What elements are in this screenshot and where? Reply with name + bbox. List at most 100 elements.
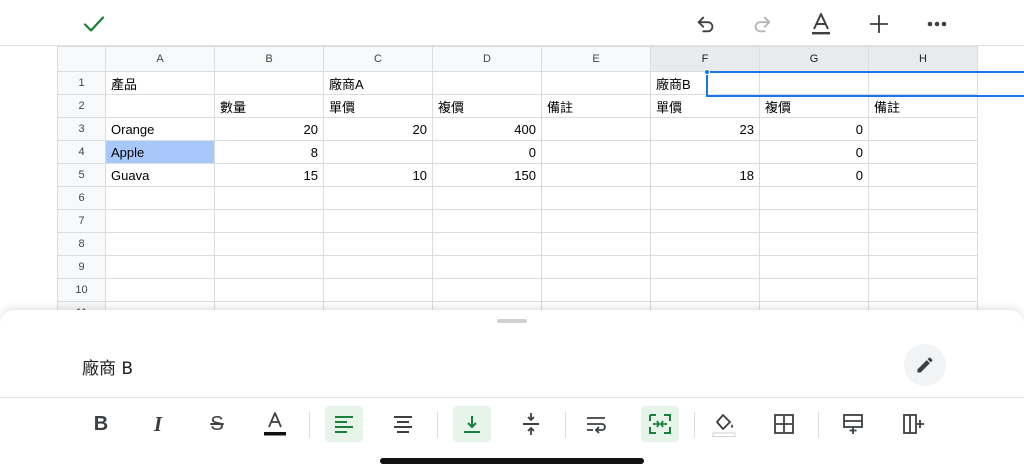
cell-g2[interactable]: 複價 (759, 94, 869, 118)
row-header[interactable]: 9 (57, 255, 106, 279)
cell-h3[interactable] (868, 117, 978, 141)
cell-g6[interactable] (759, 186, 869, 210)
panel-drag-handle[interactable] (497, 319, 527, 323)
cell-b4[interactable]: 8 (214, 140, 324, 164)
cell-c9[interactable] (323, 255, 433, 279)
cell-e7[interactable] (541, 209, 651, 233)
column-header-e[interactable]: E (541, 46, 651, 72)
text-color-button[interactable] (256, 406, 294, 442)
check-icon[interactable] (78, 8, 110, 40)
cell-h4[interactable] (868, 140, 978, 164)
undo-icon[interactable] (690, 8, 722, 40)
cell-b3[interactable]: 20 (214, 117, 324, 141)
cell-h2[interactable]: 備註 (868, 94, 978, 118)
cell-a5[interactable]: Guava (105, 163, 215, 187)
cell-a2[interactable] (105, 94, 215, 118)
cell-c4[interactable] (323, 140, 433, 164)
cell-e1[interactable] (541, 71, 651, 95)
cell-d10[interactable] (432, 278, 542, 302)
cell-e3[interactable] (541, 117, 651, 141)
cell-e4[interactable] (541, 140, 651, 164)
cell-g1[interactable] (759, 71, 869, 95)
cell-e5[interactable] (541, 163, 651, 187)
redo-icon[interactable] (746, 8, 778, 40)
column-header-a[interactable]: A (105, 46, 215, 72)
cell-b8[interactable] (214, 232, 324, 256)
insert-column-button[interactable] (895, 406, 933, 442)
cell-f2[interactable]: 單價 (650, 94, 760, 118)
cell-h6[interactable] (868, 186, 978, 210)
cell-a6[interactable] (105, 186, 215, 210)
cell-b10[interactable] (214, 278, 324, 302)
vertical-align-middle-button[interactable] (512, 406, 550, 442)
cell-e9[interactable] (541, 255, 651, 279)
align-left-button[interactable] (325, 406, 363, 442)
cell-d1[interactable] (432, 71, 542, 95)
row-header[interactable]: 8 (57, 232, 106, 256)
vertical-align-bottom-button[interactable] (453, 406, 491, 442)
select-all-corner[interactable] (57, 46, 106, 72)
cell-a10[interactable] (105, 278, 215, 302)
text-format-icon[interactable] (805, 8, 837, 40)
cell-h10[interactable] (868, 278, 978, 302)
cell-d4[interactable]: 0 (432, 140, 542, 164)
cell-d5[interactable]: 150 (432, 163, 542, 187)
column-header-h[interactable]: H (868, 46, 978, 72)
bold-button[interactable]: B (82, 406, 120, 442)
cell-e6[interactable] (541, 186, 651, 210)
column-header-g[interactable]: G (759, 46, 869, 72)
cell-c8[interactable] (323, 232, 433, 256)
cell-c2[interactable]: 單價 (323, 94, 433, 118)
plus-icon[interactable] (863, 8, 895, 40)
cell-f7[interactable] (650, 209, 760, 233)
italic-button[interactable]: I (139, 406, 177, 442)
cell-g5[interactable]: 0 (759, 163, 869, 187)
cell-d3[interactable]: 400 (432, 117, 542, 141)
cell-c10[interactable] (323, 278, 433, 302)
cell-d2[interactable]: 複價 (432, 94, 542, 118)
cell-f9[interactable] (650, 255, 760, 279)
cell-c3[interactable]: 20 (323, 117, 433, 141)
cell-c7[interactable] (323, 209, 433, 233)
cell-b9[interactable] (214, 255, 324, 279)
row-header[interactable]: 6 (57, 186, 106, 210)
cell-e2[interactable]: 備註 (541, 94, 651, 118)
row-header[interactable]: 4 (57, 140, 106, 164)
cell-d9[interactable] (432, 255, 542, 279)
column-header-f[interactable]: F (650, 46, 760, 72)
cell-h1[interactable] (868, 71, 978, 95)
cell-e10[interactable] (541, 278, 651, 302)
cell-g10[interactable] (759, 278, 869, 302)
cell-a4[interactable]: Apple (105, 140, 215, 164)
row-header[interactable]: 3 (57, 117, 106, 141)
row-header[interactable]: 2 (57, 94, 106, 118)
merge-cells-button[interactable] (641, 406, 679, 442)
cell-f6[interactable] (650, 186, 760, 210)
cell-b6[interactable] (214, 186, 324, 210)
cell-a9[interactable] (105, 255, 215, 279)
row-header[interactable]: 1 (57, 71, 106, 95)
cell-g3[interactable]: 0 (759, 117, 869, 141)
cell-value-text[interactable]: 廠商 B (82, 354, 133, 379)
pencil-icon[interactable] (904, 344, 946, 386)
cell-h5[interactable] (868, 163, 978, 187)
cell-h8[interactable] (868, 232, 978, 256)
row-header[interactable]: 7 (57, 209, 106, 233)
cell-g7[interactable] (759, 209, 869, 233)
cell-e8[interactable] (541, 232, 651, 256)
column-header-b[interactable]: B (214, 46, 324, 72)
fill-color-button[interactable] (705, 406, 743, 442)
wrap-text-button[interactable] (578, 406, 616, 442)
cell-b2[interactable]: 數量 (214, 94, 324, 118)
cell-f10[interactable] (650, 278, 760, 302)
column-header-d[interactable]: D (432, 46, 542, 72)
column-header-c[interactable]: C (323, 46, 433, 72)
cell-d8[interactable] (432, 232, 542, 256)
borders-button[interactable] (765, 406, 803, 442)
cell-c6[interactable] (323, 186, 433, 210)
more-icon[interactable] (921, 8, 953, 40)
row-header[interactable]: 5 (57, 163, 106, 187)
cell-h7[interactable] (868, 209, 978, 233)
cell-b7[interactable] (214, 209, 324, 233)
cell-g8[interactable] (759, 232, 869, 256)
